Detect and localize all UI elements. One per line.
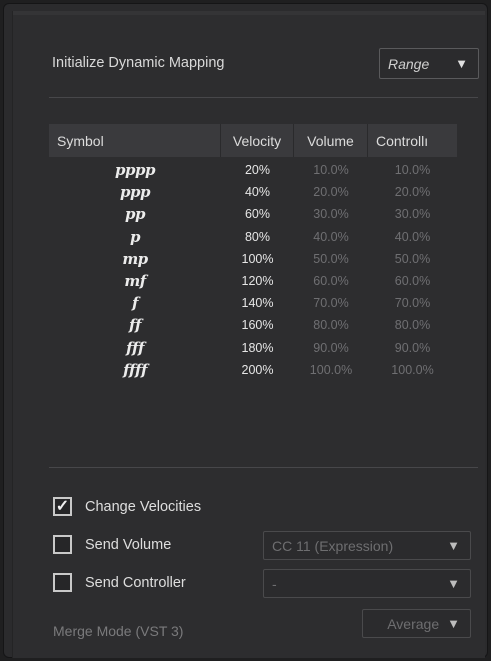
dynamic-symbol: ppp: [120, 183, 150, 202]
dynamic-symbol: ff: [129, 316, 141, 335]
divider-top: [49, 97, 478, 98]
merge-mode-label: Merge Mode (VST 3): [53, 623, 184, 639]
volume-value: 20.0%: [313, 185, 349, 200]
volume-value: 100.0%: [309, 362, 353, 377]
send-volume-checkbox[interactable]: [53, 535, 72, 554]
send-controller-dropdown[interactable]: - ▼: [263, 569, 471, 598]
velocity-value[interactable]: 80%: [221, 230, 294, 244]
send-volume-label: Send Volume: [85, 536, 172, 553]
table-row[interactable]: ffff 200% 100.0% 100.0%: [49, 359, 457, 381]
velocity-value[interactable]: 120%: [221, 274, 294, 288]
velocity-value[interactable]: 20%: [221, 163, 294, 177]
column-header-controller[interactable]: Controllı: [368, 124, 457, 157]
controller-value: 60.0%: [394, 274, 431, 289]
send-controller-checkbox[interactable]: [53, 573, 72, 592]
send-volume-option[interactable]: Send Volume: [53, 535, 171, 554]
send-volume-cc-dropdown[interactable]: CC 11 (Expression) ▼: [263, 531, 471, 560]
dynamic-symbol: f: [132, 294, 138, 313]
change-velocities-label: Change Velocities: [85, 498, 202, 515]
table-row[interactable]: p 80% 40.0% 40.0%: [49, 226, 457, 248]
volume-value: 60.0%: [313, 274, 349, 289]
dynamic-symbol: mf: [124, 272, 146, 291]
controller-value: 100.0%: [391, 362, 434, 377]
volume-value: 40.0%: [313, 229, 349, 244]
controller-value: 30.0%: [394, 207, 431, 222]
range-dropdown-value: Range: [388, 55, 430, 72]
dynamic-symbol: pppp: [115, 161, 155, 180]
table-row[interactable]: ppp 40% 20.0% 20.0%: [49, 181, 457, 203]
controller-value: 90.0%: [394, 340, 431, 355]
volume-value: 50.0%: [313, 251, 349, 266]
velocity-value[interactable]: 140%: [221, 296, 294, 310]
velocity-value[interactable]: 200%: [221, 363, 294, 377]
volume-value: 80.0%: [313, 318, 349, 333]
velocity-value[interactable]: 40%: [221, 185, 294, 199]
initialize-dynamic-mapping-title: Initialize Dynamic Mapping: [52, 55, 225, 71]
dynamic-symbol: fff: [126, 338, 144, 357]
merge-mode-value: Average: [387, 615, 440, 632]
velocity-value[interactable]: 60%: [221, 207, 294, 221]
dynamic-mapping-panel: Initialize Dynamic Mapping Range ▼ Symbo…: [12, 11, 485, 658]
volume-value: 30.0%: [313, 207, 349, 222]
velocity-value[interactable]: 160%: [221, 318, 294, 332]
panel-top-edge: [13, 11, 485, 15]
controller-value: 50.0%: [394, 251, 431, 266]
controller-value: 10.0%: [394, 163, 431, 178]
divider-bottom: [49, 467, 478, 468]
volume-value: 10.0%: [313, 163, 349, 178]
controller-value: 20.0%: [394, 185, 431, 200]
volume-value: 70.0%: [313, 296, 349, 311]
table-row[interactable]: fff 180% 90.0% 90.0%: [49, 337, 457, 359]
change-velocities-option[interactable]: ✓ Change Velocities: [53, 497, 201, 516]
dynamic-symbol: mp: [122, 249, 148, 268]
controller-value: 70.0%: [394, 296, 431, 311]
table-row[interactable]: mp 100% 50.0% 50.0%: [49, 248, 457, 270]
table-row[interactable]: mf 120% 60.0% 60.0%: [49, 270, 457, 292]
mapping-table-body: pppp 20% 10.0% 10.0% ppp 40% 20.0% 20.0% pp 60%…: [49, 159, 457, 381]
checkmark-icon: ✓: [55, 497, 70, 515]
controller-value: 80.0%: [394, 318, 431, 333]
range-dropdown[interactable]: Range ▼: [379, 48, 479, 79]
volume-value: 90.0%: [313, 340, 349, 355]
table-row[interactable]: pp 60% 30.0% 30.0%: [49, 203, 457, 225]
chevron-down-icon: ▼: [447, 576, 460, 591]
column-header-velocity[interactable]: Velocity: [221, 124, 294, 157]
table-row[interactable]: ff 160% 80.0% 80.0%: [49, 314, 457, 336]
send-controller-option[interactable]: Send Controller: [53, 573, 186, 592]
column-header-volume[interactable]: Volume: [294, 124, 368, 157]
merge-mode-dropdown[interactable]: Average ▼: [362, 609, 471, 638]
send-controller-value: -: [272, 575, 277, 592]
dynamic-mapping-window: Initialize Dynamic Mapping Range ▼ Symbo…: [3, 3, 488, 658]
send-volume-cc-value: CC 11 (Expression): [272, 537, 394, 554]
table-row[interactable]: f 140% 70.0% 70.0%: [49, 292, 457, 314]
chevron-down-icon: ▼: [447, 538, 460, 553]
mapping-table-header: Symbol Velocity Volume Controllı: [49, 124, 457, 157]
dynamic-symbol: p: [130, 227, 141, 246]
table-row[interactable]: pppp 20% 10.0% 10.0%: [49, 159, 457, 181]
dynamic-symbol: pp: [125, 205, 145, 224]
velocity-value[interactable]: 100%: [221, 252, 294, 266]
send-controller-label: Send Controller: [85, 574, 186, 591]
column-header-symbol[interactable]: Symbol: [49, 124, 221, 157]
chevron-down-icon: ▼: [455, 56, 468, 71]
dynamic-symbol: ffff: [123, 360, 147, 379]
controller-value: 40.0%: [394, 229, 431, 244]
chevron-down-icon: ▼: [447, 616, 460, 631]
velocity-value[interactable]: 180%: [221, 341, 294, 355]
change-velocities-checkbox[interactable]: ✓: [53, 497, 72, 516]
